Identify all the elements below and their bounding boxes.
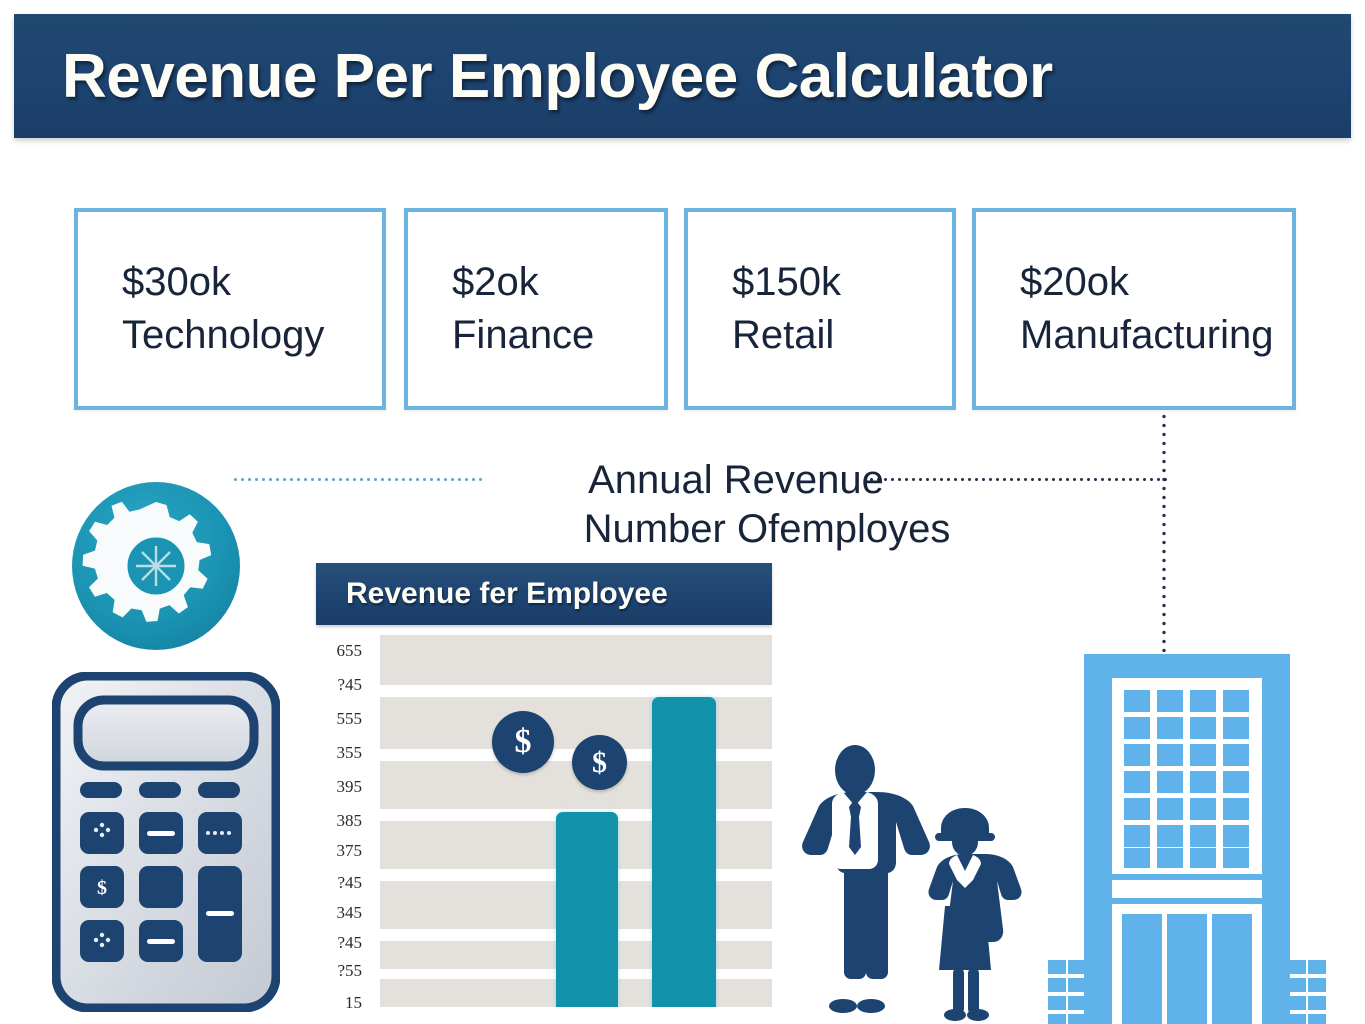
metric-value: $30ok	[122, 260, 231, 305]
chart-bar	[556, 812, 618, 1007]
chart-plot-area: $ $	[380, 635, 772, 1007]
office-building-icon	[1046, 648, 1328, 1024]
businessman-icon	[802, 745, 930, 1013]
infographic-canvas: Revenue Per Employee Calculator $30ok Te…	[0, 0, 1365, 1024]
formula-denominator: Number Ofemployes	[583, 506, 951, 551]
dollar-glyph: $	[514, 723, 532, 760]
y-axis-tick: 375	[336, 841, 363, 860]
calculator-icon: $	[51, 671, 281, 1013]
formula-numerator: Annual Revenue	[588, 458, 884, 502]
metric-value: $20ok	[1020, 260, 1129, 305]
connector-line-vertical	[1162, 412, 1166, 652]
formula-block: Annual Revenue Number Ofemployes	[520, 456, 980, 554]
chart-bar	[652, 697, 716, 1007]
metric-value: $2ok	[452, 260, 539, 305]
metric-label: Manufacturing	[1020, 313, 1274, 357]
y-axis-tick: 655	[336, 641, 363, 660]
chart-header: Revenue fer Employee	[316, 563, 772, 625]
businesswoman-icon	[928, 808, 1022, 1021]
employees-illustration	[795, 744, 1045, 1024]
svg-text:$: $	[97, 877, 107, 899]
page-title-banner: Revenue Per Employee Calculator	[14, 14, 1351, 138]
y-axis-tick: 395	[336, 777, 363, 796]
y-axis-tick: ?55	[337, 961, 362, 980]
chart-body: 655 ?45 555 355 395 385 375 ?45 345 ?45 …	[300, 635, 772, 1024]
y-axis-tick: ?45	[337, 675, 362, 694]
metric-card-technology[interactable]: $30ok Technology	[74, 208, 386, 410]
metric-card-retail[interactable]: $150k Retail	[684, 208, 956, 410]
gear-icon	[70, 480, 242, 652]
connector-line-left	[232, 478, 484, 481]
dollar-glyph: $	[592, 745, 607, 779]
y-axis-tick: 555	[336, 709, 363, 728]
y-axis-tick: 355	[336, 743, 363, 762]
chart-panel: Revenue fer Employee 655 ?45 555 355 395…	[300, 563, 772, 1024]
dollar-coin-icon: $	[572, 735, 627, 790]
y-axis-tick: 385	[336, 811, 363, 830]
dollar-coin-icon: $	[492, 711, 554, 773]
grid-stripe	[380, 635, 772, 685]
page-title: Revenue Per Employee Calculator	[62, 41, 1053, 111]
y-axis-tick: 15	[345, 993, 362, 1012]
y-axis-tick: ?45	[337, 873, 362, 892]
y-axis-tick: 345	[336, 903, 363, 922]
metric-label: Finance	[452, 313, 595, 357]
chart-title: Revenue fer Employee	[346, 577, 668, 610]
metric-label: Technology	[122, 313, 325, 357]
chart-y-axis: 655 ?45 555 355 395 385 375 ?45 345 ?45 …	[300, 635, 366, 1024]
metric-card-finance[interactable]: $2ok Finance	[404, 208, 668, 410]
metric-card-manufacturing[interactable]: $20ok Manufacturing	[972, 208, 1296, 410]
metric-label: Retail	[732, 313, 835, 357]
metric-cards-row: $30ok Technology $2ok Finance $150k Reta…	[74, 208, 1296, 410]
metric-value: $150k	[732, 260, 841, 305]
y-axis-tick: ?45	[337, 933, 362, 952]
